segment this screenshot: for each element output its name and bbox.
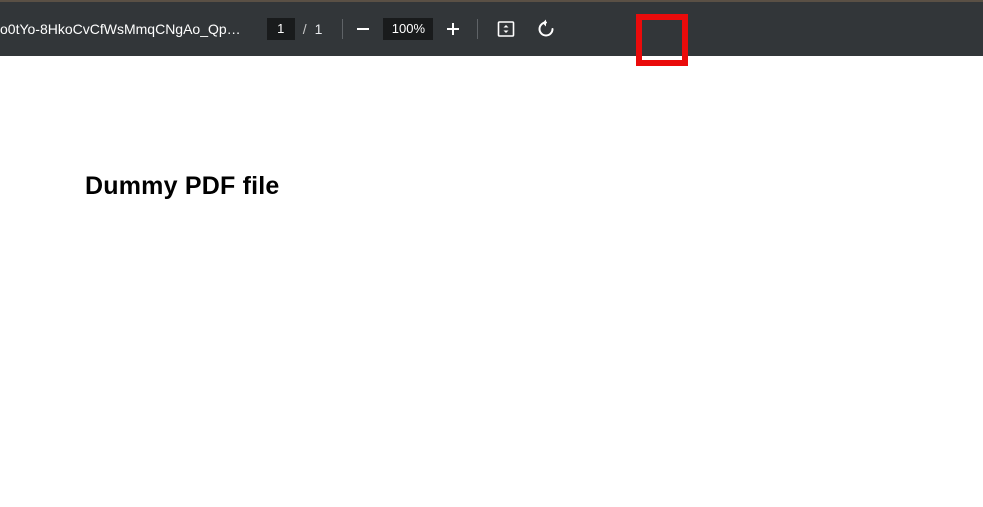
page-total: 1 <box>315 21 323 37</box>
toolbar-separator <box>342 19 343 39</box>
pdf-content-area[interactable]: Dummy PDF file <box>0 56 983 507</box>
page-number-input[interactable]: 1 <box>267 18 295 40</box>
page-separator: / <box>303 21 307 37</box>
zoom-in-button[interactable] <box>439 15 467 43</box>
document-title: o0tYo-8HkoCvCfWsMmqCNgAo_Qp… <box>0 21 241 37</box>
fit-to-page-button[interactable] <box>492 15 520 43</box>
pdf-page: Dummy PDF file <box>0 56 983 507</box>
page-navigation-group: 1 / 1 <box>267 18 323 40</box>
toolbar-separator <box>477 19 478 39</box>
fit-to-page-icon <box>496 19 516 39</box>
minus-icon <box>354 20 372 38</box>
plus-icon <box>444 20 462 38</box>
pdf-toolbar: o0tYo-8HkoCvCfWsMmqCNgAo_Qp… 1 / 1 100% <box>0 2 983 56</box>
zoom-out-button[interactable] <box>349 15 377 43</box>
zoom-level-display[interactable]: 100% <box>383 18 433 40</box>
rotate-button[interactable] <box>532 15 560 43</box>
rotate-ccw-icon <box>535 18 557 40</box>
pdf-heading-text: Dummy PDF file <box>85 172 280 201</box>
